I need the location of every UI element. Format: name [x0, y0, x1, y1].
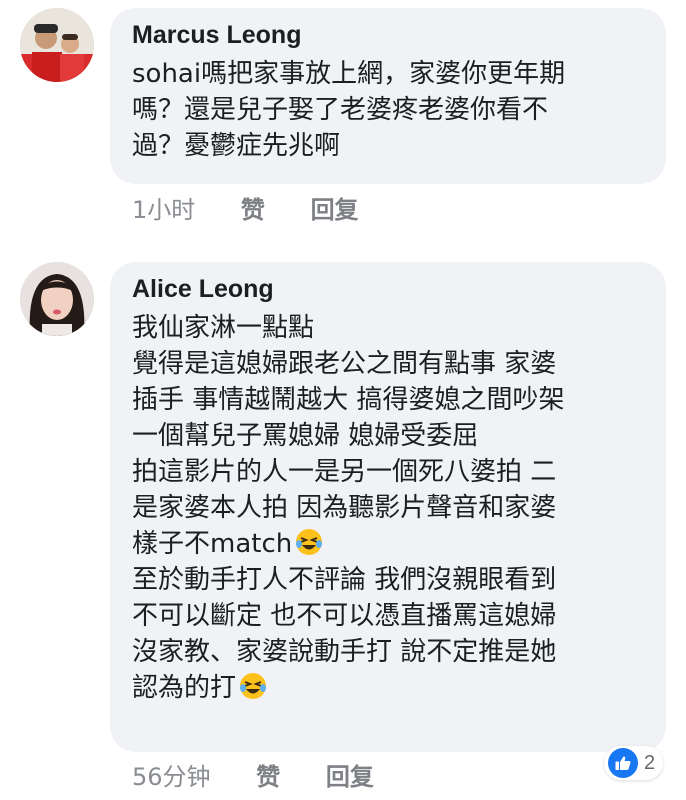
- avatar-photo: [20, 8, 94, 82]
- comment-text-line: 拍這影片的人一是另一個死八婆拍 二: [132, 457, 557, 487]
- like-icon: [608, 748, 638, 778]
- reply-button[interactable]: 回复: [326, 763, 374, 791]
- comment-text-line: 認為的打: [132, 670, 644, 706]
- comment-text-line: 是家婆本人拍 因為聽影片聲音和家婆: [132, 493, 557, 523]
- comment-bubble: Marcus Leong sohai嗎把家事放上網，家婆你更年期 嗎？還是兒子娶…: [110, 8, 666, 184]
- avatar-photo: [20, 262, 94, 336]
- avatar[interactable]: [20, 8, 94, 82]
- comment-text-line: 嗎？還是兒子娶了老婆疼老婆你看不: [132, 95, 549, 125]
- comment-text-line: 沒家教、家婆說動手打 說不定推是她: [132, 637, 557, 667]
- comment-actions: 56分钟 赞 回复: [132, 757, 412, 792]
- like-button[interactable]: 赞: [256, 763, 280, 791]
- reply-button[interactable]: 回复: [311, 196, 359, 224]
- avatar[interactable]: [20, 262, 94, 336]
- comment-text-line: 過？憂鬱症先兆啊: [132, 131, 341, 161]
- comment-text-segment: 樣子不match: [132, 529, 293, 559]
- comment-text-line: 至於動手打人不評論 我們沒親眼看到: [132, 565, 557, 595]
- comment-author[interactable]: Marcus Leong: [132, 20, 644, 50]
- comment-text-line: 插手 事情越鬧越大 搞得婆媳之間吵架: [132, 385, 565, 415]
- comment-text-line: sohai嗎把家事放上網，家婆你更年期: [132, 59, 566, 89]
- like-button[interactable]: 赞: [241, 196, 265, 224]
- comment-text-line: 樣子不match: [132, 526, 644, 562]
- reaction-count: 2: [644, 751, 656, 774]
- comment-actions: 1小时 赞 回复: [132, 190, 397, 225]
- comment-bubble: Alice Leong 我仙家淋一點點 覺得是這媳婦跟老公之間有點事 家婆 插手…: [110, 262, 666, 752]
- laughing-tears-emoji-icon: [240, 673, 267, 699]
- comment-text-line: 一個幫兒子罵媳婦 媳婦受委屈: [132, 421, 479, 451]
- laughing-tears-emoji-icon: [296, 529, 323, 555]
- comment-timestamp[interactable]: 56分钟: [132, 763, 211, 791]
- thumbs-up-icon: [615, 756, 631, 770]
- comment-author[interactable]: Alice Leong: [132, 274, 644, 304]
- reaction-summary[interactable]: 2: [604, 746, 664, 780]
- comment-timestamp[interactable]: 1小时: [132, 196, 195, 224]
- comment-text-line: 覺得是這媳婦跟老公之間有點事 家婆: [132, 349, 557, 379]
- comment-text-line: 我仙家淋一點點: [132, 313, 315, 343]
- comment-text-segment: 認為的打: [132, 673, 237, 703]
- comment-text-line: 不可以斷定 也不可以憑直播罵這媳婦: [132, 601, 557, 631]
